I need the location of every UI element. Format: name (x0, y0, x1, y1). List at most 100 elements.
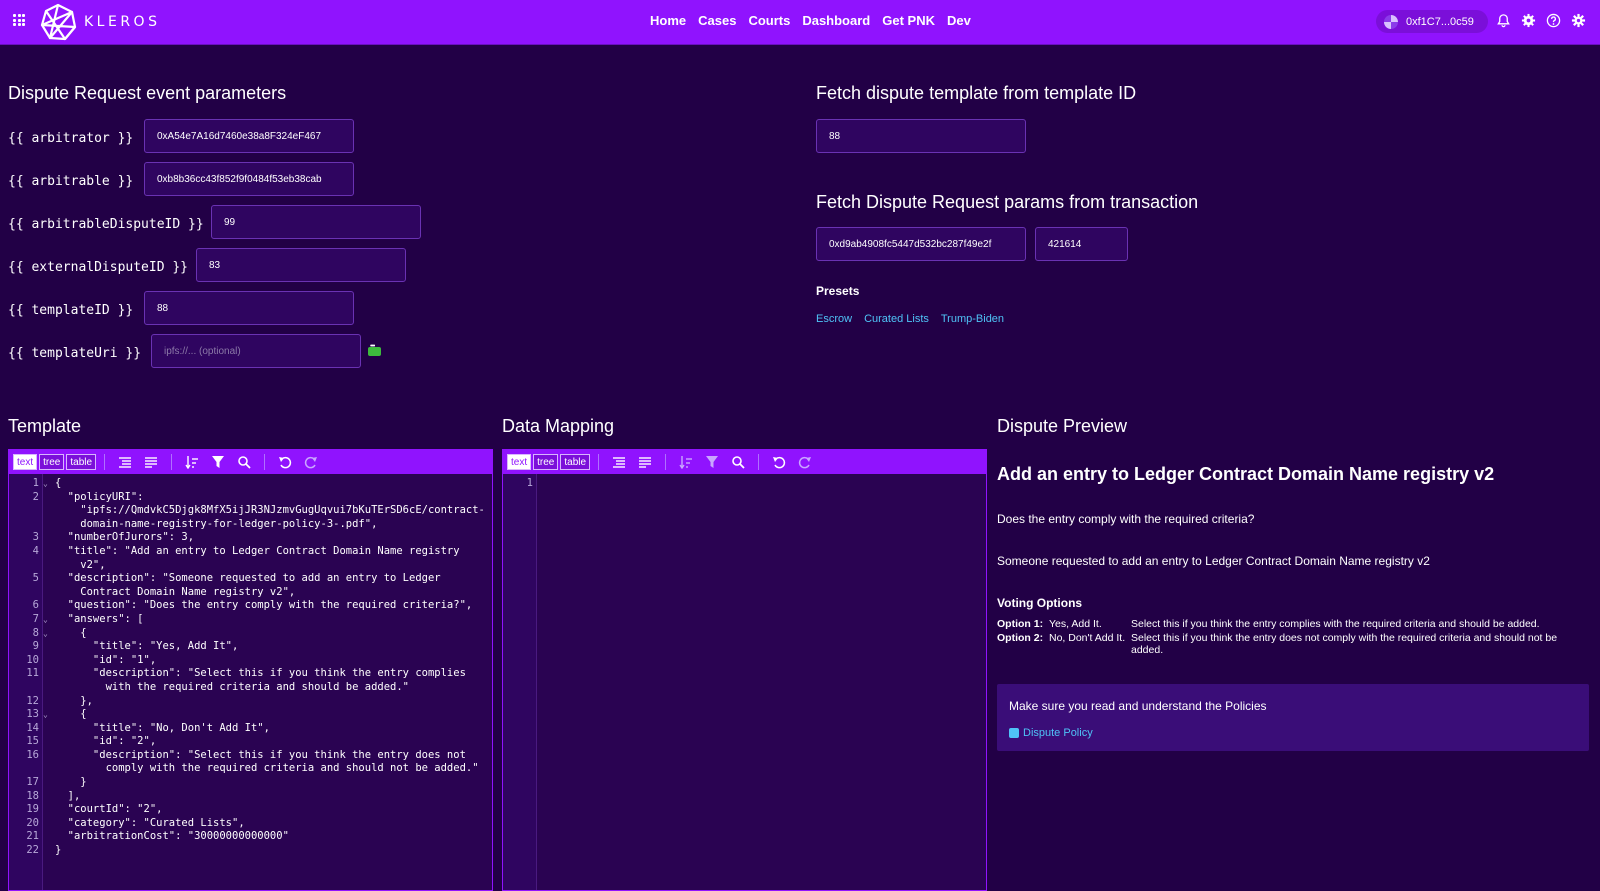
brand-name[interactable]: KLEROS (84, 14, 160, 30)
fold-chevron-icon[interactable] (43, 681, 51, 695)
kleros-logo-icon[interactable] (38, 2, 78, 42)
code-line[interactable]: 18 ], (9, 790, 492, 804)
compact-icon[interactable] (637, 454, 653, 470)
redo-icon[interactable] (303, 454, 319, 470)
fetch-template-id-input[interactable]: 88 (816, 119, 1026, 153)
mode-text-button[interactable]: text (507, 454, 532, 470)
nav-get-pnk[interactable]: Get PNK (882, 13, 935, 28)
help-icon[interactable] (1546, 13, 1561, 28)
template-editor[interactable]: text tree table 1 ⌄ {2 "policyURI": "ipfs:… (8, 449, 493, 891)
arbitrable-input[interactable]: 0xb8b36cc43f852f9f0484f53eb38cab (144, 162, 354, 196)
fold-chevron-icon[interactable] (43, 830, 51, 844)
fold-chevron-icon[interactable] (43, 749, 51, 763)
mode-tree-button[interactable]: tree (533, 454, 559, 470)
template-uri-input[interactable]: ipfs://... (optional) (151, 334, 361, 368)
code-line[interactable]: 22} (9, 844, 492, 858)
code-line[interactable]: comply with the required criteria and sh… (9, 762, 492, 776)
fold-chevron-icon[interactable] (43, 491, 51, 505)
code-line[interactable]: 4 "title": "Add an entry to Ledger Contr… (9, 545, 492, 559)
arbitrable-dispute-id-input[interactable]: 99 (211, 205, 421, 239)
code-line[interactable]: Contract Domain Name registry v2", (9, 586, 492, 600)
dispute-policy-link[interactable]: Dispute Policy (1009, 727, 1093, 739)
undo-icon[interactable] (277, 454, 293, 470)
wallet-button[interactable]: 0xf1C7...0c59 (1376, 10, 1488, 33)
mode-table-button[interactable]: table (66, 454, 97, 470)
code-line[interactable]: 15 "id": "2", (9, 735, 492, 749)
chain-id-input[interactable]: 421614 (1035, 227, 1128, 261)
fold-chevron-icon[interactable] (43, 722, 51, 736)
nav-courts[interactable]: Courts (748, 13, 790, 28)
code-line[interactable]: 16 "description": "Select this if you th… (9, 749, 492, 763)
fold-chevron-icon[interactable] (43, 654, 51, 668)
nav-dashboard[interactable]: Dashboard (802, 13, 870, 28)
fold-chevron-icon[interactable] (43, 531, 51, 545)
fold-chevron-icon[interactable] (43, 572, 51, 586)
code-line[interactable]: 11 "description": "Select this if you th… (9, 667, 492, 681)
fold-chevron-icon[interactable] (43, 735, 51, 749)
fold-chevron-icon[interactable]: ⌄ (43, 708, 51, 722)
fold-chevron-icon[interactable] (43, 667, 51, 681)
code-line[interactable]: v2", (9, 559, 492, 573)
fold-chevron-icon[interactable] (43, 504, 51, 518)
fold-chevron-icon[interactable] (43, 559, 51, 573)
mode-text-button[interactable]: text (13, 454, 38, 470)
code-line[interactable]: 6 "question": "Does the entry comply wit… (9, 599, 492, 613)
mode-table-button[interactable]: table (560, 454, 591, 470)
fold-chevron-icon[interactable] (43, 776, 51, 790)
preset-curated-lists[interactable]: Curated Lists (864, 313, 929, 325)
fold-chevron-icon[interactable] (43, 545, 51, 559)
sort-icon[interactable] (678, 454, 694, 470)
format-icon[interactable] (117, 454, 133, 470)
code-line[interactable]: 1 (503, 477, 986, 491)
search-icon[interactable] (236, 454, 252, 470)
format-icon[interactable] (611, 454, 627, 470)
fold-chevron-icon[interactable] (43, 518, 51, 532)
data-mapping-editor[interactable]: text tree table 1 (502, 449, 987, 891)
code-line[interactable]: 1 ⌄ { (9, 477, 492, 491)
fold-chevron-icon[interactable]: ⌄ (43, 477, 51, 491)
compact-icon[interactable] (143, 454, 159, 470)
arbitrator-input[interactable]: 0xA54e7A16d7460e38a8F324eF467 (144, 119, 354, 153)
search-icon[interactable] (730, 454, 746, 470)
code-line[interactable]: 3 "numberOfJurors": 3, (9, 531, 492, 545)
chat-bubble-icon[interactable] (368, 343, 381, 356)
code-line[interactable]: 21 "arbitrationCost": "30000000000000" (9, 830, 492, 844)
bell-icon[interactable] (1496, 13, 1511, 28)
nav-dev[interactable]: Dev (947, 13, 971, 28)
mode-tree-button[interactable]: tree (39, 454, 65, 470)
apps-grid-icon[interactable] (13, 14, 25, 26)
code-line[interactable]: 9 "title": "Yes, Add It", (9, 640, 492, 654)
settings-icon[interactable] (1571, 13, 1586, 28)
fold-chevron-icon[interactable] (43, 586, 51, 600)
redo-icon[interactable] (797, 454, 813, 470)
fold-chevron-icon[interactable]: ⌄ (43, 627, 51, 641)
fold-chevron-icon[interactable] (43, 844, 51, 858)
fold-chevron-icon[interactable] (43, 640, 51, 654)
code-line[interactable]: 20 "category": "Curated Lists", (9, 817, 492, 831)
fold-chevron-icon[interactable]: ⌄ (43, 613, 51, 627)
nav-home[interactable]: Home (650, 13, 686, 28)
filter-icon[interactable] (704, 454, 720, 470)
fold-chevron-icon[interactable] (43, 599, 51, 613)
fold-chevron-icon[interactable] (43, 790, 51, 804)
code-line[interactable]: 13 ⌄ { (9, 708, 492, 722)
undo-icon[interactable] (771, 454, 787, 470)
fold-chevron-icon[interactable] (43, 762, 51, 776)
nav-cases[interactable]: Cases (698, 13, 736, 28)
template-code[interactable]: 1 ⌄ {2 "policyURI": "ipfs://QmdvkC5Djgk8Mf… (9, 477, 492, 858)
code-line[interactable]: 5 "description": "Someone requested to a… (9, 572, 492, 586)
code-line[interactable]: 8 ⌄ { (9, 627, 492, 641)
code-line[interactable]: 7 ⌄ "answers": [ (9, 613, 492, 627)
code-line[interactable]: 19 "courtId": "2", (9, 803, 492, 817)
code-line[interactable]: 12 }, (9, 695, 492, 709)
code-line[interactable]: domain-name-registry-for-ledger-policy-3… (9, 518, 492, 532)
code-line[interactable]: 2 "policyURI": (9, 491, 492, 505)
gear-icon[interactable] (1521, 13, 1536, 28)
code-line[interactable]: with the required criteria and should be… (9, 681, 492, 695)
sort-icon[interactable] (184, 454, 200, 470)
preset-trump-biden[interactable]: Trump-Biden (941, 313, 1004, 325)
fold-chevron-icon[interactable] (537, 477, 545, 491)
mapping-code[interactable]: 1 (503, 477, 986, 491)
tx-hash-input[interactable]: 0xd9ab4908fc5447d532bc287f49e2f (816, 227, 1026, 261)
filter-icon[interactable] (210, 454, 226, 470)
